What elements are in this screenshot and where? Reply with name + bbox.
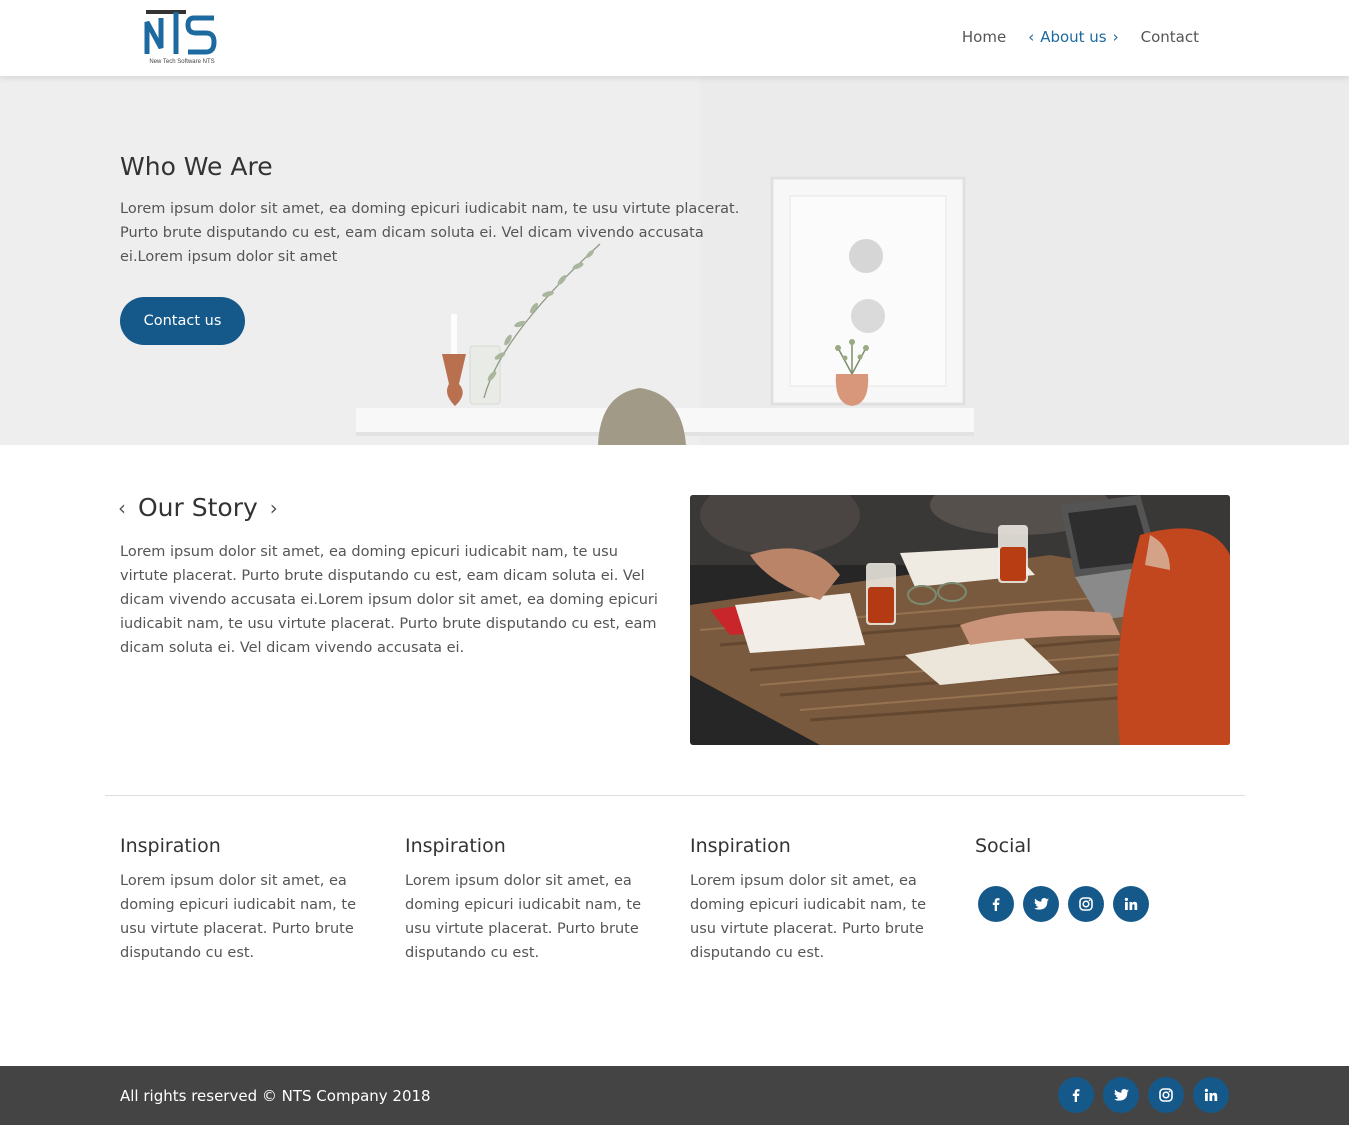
logo-tagline: New Tech Software NTS [149, 59, 215, 65]
facebook-icon[interactable] [1058, 1077, 1094, 1113]
section-divider [105, 795, 1245, 796]
hero-section: Who We Are Lorem ipsum dolor sit amet, e… [0, 76, 1349, 445]
inspiration-column-2: Inspiration Lorem ipsum dolor sit amet, … [405, 835, 645, 965]
linkedin-icon[interactable] [1113, 886, 1149, 922]
inspiration-column-3: Inspiration Lorem ipsum dolor sit amet, … [690, 835, 930, 965]
nav-contact[interactable]: Contact [1141, 28, 1199, 46]
column-title: Inspiration [120, 835, 221, 857]
linkedin-icon[interactable] [1193, 1077, 1229, 1113]
facebook-icon[interactable] [978, 886, 1014, 922]
chevron-left-icon: ‹ [1028, 28, 1035, 46]
site-header: New Tech Software NTS Home ‹ About us › … [0, 0, 1349, 76]
inspiration-column-1: Inspiration Lorem ipsum dolor sit amet, … [120, 835, 360, 965]
story-title-label: Our Story [138, 493, 258, 522]
contact-us-button[interactable]: Contact us [120, 297, 245, 345]
chevron-left-icon: ‹ [118, 495, 126, 520]
site-footer: All rights reserved © NTS Company 2018 [0, 1066, 1349, 1125]
story-description: Lorem ipsum dolor sit amet, ea doming ep… [120, 544, 658, 656]
social-links [978, 886, 1215, 922]
column-title: Inspiration [405, 835, 506, 857]
column-title: Inspiration [690, 835, 791, 857]
instagram-icon[interactable] [1068, 886, 1104, 922]
meeting-table-photo [690, 495, 1230, 745]
instagram-icon[interactable] [1148, 1077, 1184, 1113]
copyright-text: All rights reserved © NTS Company 2018 [120, 1087, 431, 1105]
footer-social-links [1058, 1077, 1229, 1113]
nav-about-us[interactable]: ‹ About us › [1022, 28, 1124, 46]
nts-logo[interactable]: New Tech Software NTS [144, 8, 220, 70]
story-title: ‹ Our Story › [118, 493, 278, 522]
twitter-icon[interactable] [1103, 1077, 1139, 1113]
hero-description: Lorem ipsum dolor sit amet, ea doming ep… [120, 201, 740, 265]
social-column: Social [975, 835, 1215, 922]
nav-about-us-label: About us [1040, 28, 1107, 46]
column-text: Lorem ipsum dolor sit amet, ea doming ep… [690, 873, 927, 961]
social-title: Social [975, 835, 1032, 857]
nav-home[interactable]: Home [962, 28, 1006, 46]
main-nav: Home ‹ About us › Contact [962, 28, 1199, 46]
chevron-right-icon: › [269, 495, 278, 520]
twitter-icon[interactable] [1023, 886, 1059, 922]
column-text: Lorem ipsum dolor sit amet, ea doming ep… [405, 873, 642, 961]
column-text: Lorem ipsum dolor sit amet, ea doming ep… [120, 873, 357, 961]
chevron-right-icon: › [1112, 28, 1119, 46]
hero-title: Who We Are [120, 152, 273, 181]
